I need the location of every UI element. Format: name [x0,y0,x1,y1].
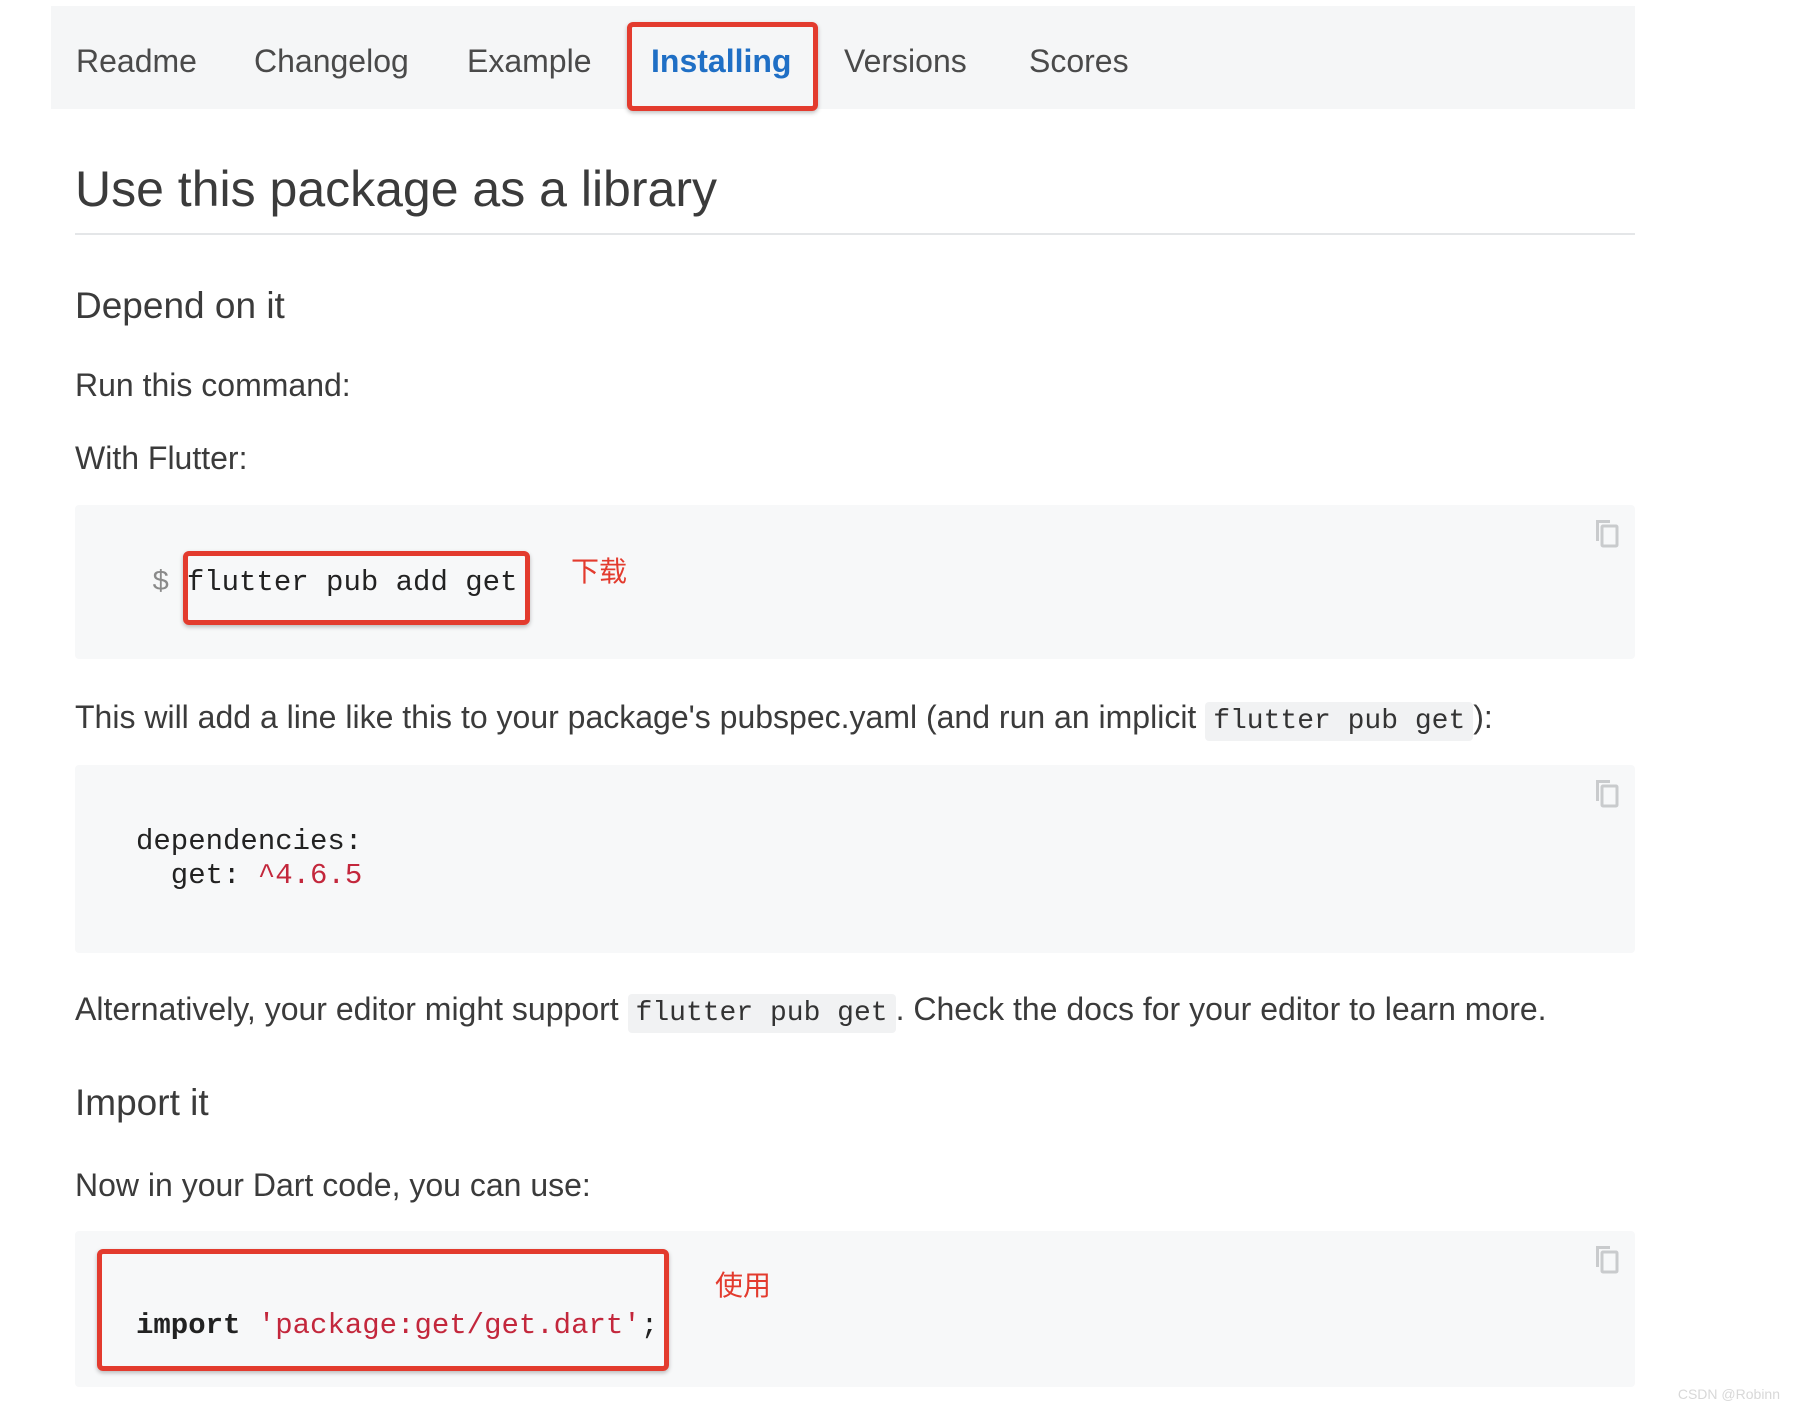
import-intro-text: Now in your Dart code, you can use: [75,1167,591,1203]
copy-icon[interactable] [1592,517,1620,549]
depend-heading: Depend on it [75,285,285,326]
tab-readme[interactable]: Readme [76,42,197,80]
explain-before: This will add a line like this to your p… [75,699,1197,735]
tab-changelog[interactable]: Changelog [254,42,409,80]
explain-text: This will add a line like this to your p… [75,697,1493,742]
explain-inline-code: flutter pub get [1205,702,1474,741]
yaml-version: ^4.6.5 [257,859,363,892]
shell-prompt: $ [152,566,170,599]
use-note: 使用 [715,1269,772,1302]
command-highlight [183,551,530,625]
yaml-dependencies-line: dependencies: [136,825,363,858]
title-divider [75,233,1635,235]
alternative-text: Alternatively, your editor might support… [75,989,1547,1034]
tab-example[interactable]: Example [467,42,592,80]
explain-after: ): [1473,699,1493,735]
copy-icon[interactable] [1592,777,1620,809]
tab-versions[interactable]: Versions [844,42,967,80]
alt-after: . Check the docs for your editor to lear… [895,991,1547,1027]
download-note: 下载 [571,555,628,588]
alt-inline-code: flutter pub get [627,994,896,1033]
with-flutter-text: With Flutter: [75,440,248,476]
tab-bar: Readme Changelog Example Installing Vers… [51,6,1635,109]
import-highlight [97,1249,669,1371]
run-command-text: Run this command: [75,367,351,403]
yaml-get-line: get: ^4.6.5 [136,859,362,893]
alt-before: Alternatively, your editor might support [75,991,619,1027]
installing-tab-highlight [627,22,818,111]
watermark: CSDN @Robinn [1677,1386,1780,1402]
tab-scores[interactable]: Scores [1029,42,1129,80]
yaml-package: get: [136,859,258,892]
import-heading: Import it [75,1082,209,1123]
copy-icon[interactable] [1592,1243,1620,1275]
page-title: Use this package as a library [75,161,717,217]
pubspec-code-block: dependencies: get: ^4.6.5 [75,765,1635,953]
